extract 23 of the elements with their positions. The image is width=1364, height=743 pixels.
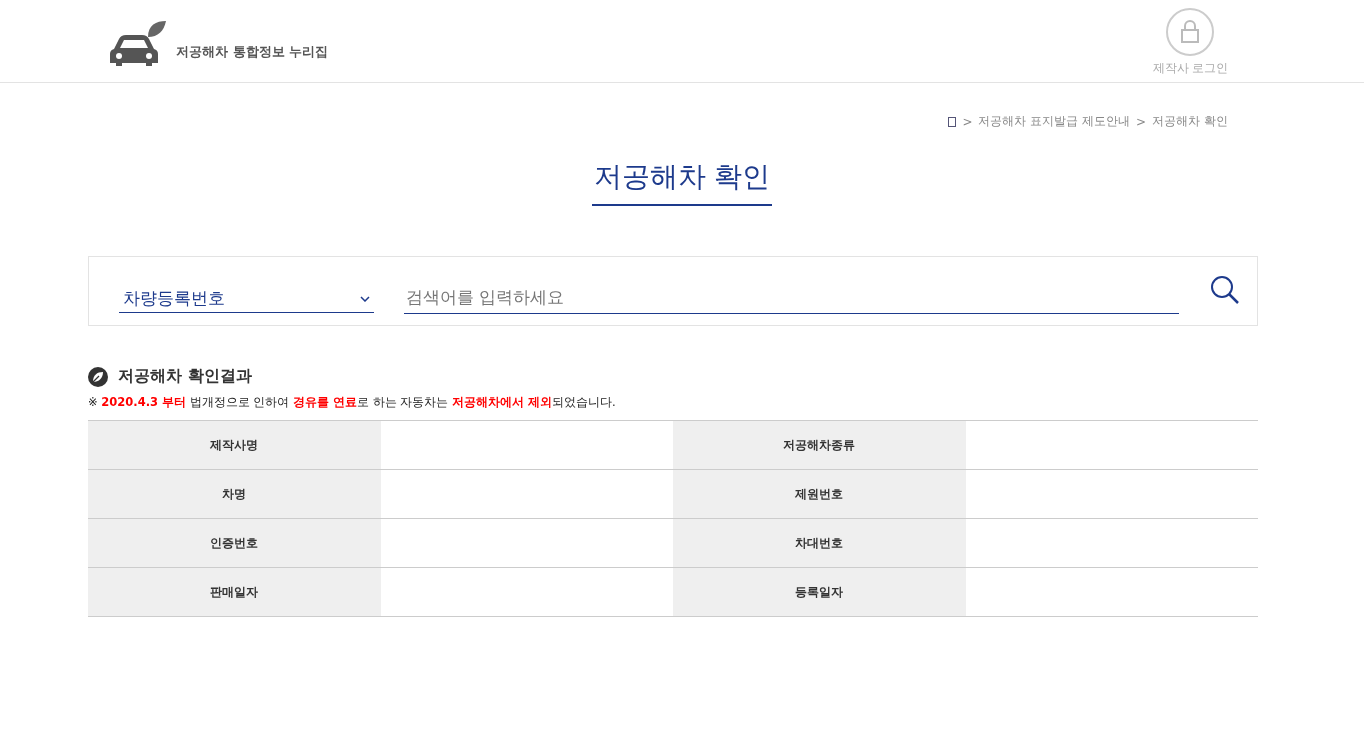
- search-bar[interactable]: 차량등록번호 검색어를 입력하세요: [88, 256, 1258, 326]
- field-label: 제원번호: [673, 470, 966, 519]
- search-field[interactable]: 검색어를 입력하세요: [404, 280, 1179, 314]
- field-label: 차대번호: [673, 519, 966, 568]
- section-title: 저공해차 확인결과: [118, 366, 252, 387]
- field-label: 등록일자: [673, 568, 966, 617]
- page-title: 저공해차 확인: [591, 158, 773, 206]
- lock-icon: [1166, 7, 1215, 56]
- field-label: 제작사명: [88, 421, 381, 470]
- field-label: 차명: [88, 470, 381, 519]
- search-icon: [1210, 275, 1240, 305]
- field-label: 저공해차종류: [673, 421, 966, 470]
- field-label: 판매일자: [88, 568, 381, 617]
- search-type-dropdown[interactable]: 차량등록번호: [119, 283, 374, 313]
- notice-text: ※ 2020.4.3 부터 법개정으로 인하여 경유를 연료로 하는 자동차는 저공해차에서 제외되었습니다.: [88, 395, 617, 410]
- breadcrumb-separator: >: [962, 114, 973, 129]
- field-label: 인증번호: [88, 519, 381, 568]
- breadcrumb-separator: >: [1136, 114, 1147, 129]
- breadcrumb-link[interactable]: 저공해차 확인: [1152, 113, 1228, 130]
- site-title[interactable]: 저공해차 통합정보 누리집: [176, 43, 329, 67]
- chevron-down-icon: [360, 295, 370, 302]
- breadcrumb-link[interactable]: 저공해차 표지발급 제도안내: [978, 113, 1131, 130]
- leaf-icon: [88, 366, 108, 387]
